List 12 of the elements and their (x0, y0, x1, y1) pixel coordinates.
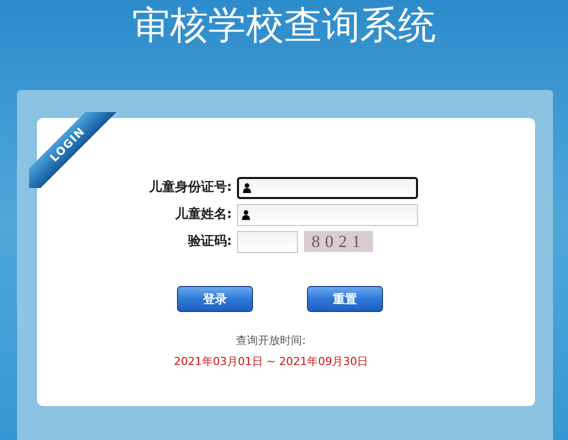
field-label: 验证码: (186, 233, 233, 252)
person-icon (242, 210, 250, 220)
notice-label: 查询开放时间: (236, 333, 306, 350)
field-label: 儿童身份证号: (148, 178, 233, 198)
input-field[interactable] (237, 176, 418, 199)
person-icon (243, 182, 251, 193)
captcha-image[interactable]: 8021 (304, 231, 373, 252)
form-button[interactable]: 重置 (307, 286, 383, 312)
field-label: 儿童姓名: (174, 206, 233, 224)
page-title: 审核学校查询系统 (132, 6, 436, 49)
form-button[interactable]: 登录 (177, 286, 253, 312)
open-period: 2021年03月01日 ~ 2021年09月30日 (174, 354, 368, 370)
